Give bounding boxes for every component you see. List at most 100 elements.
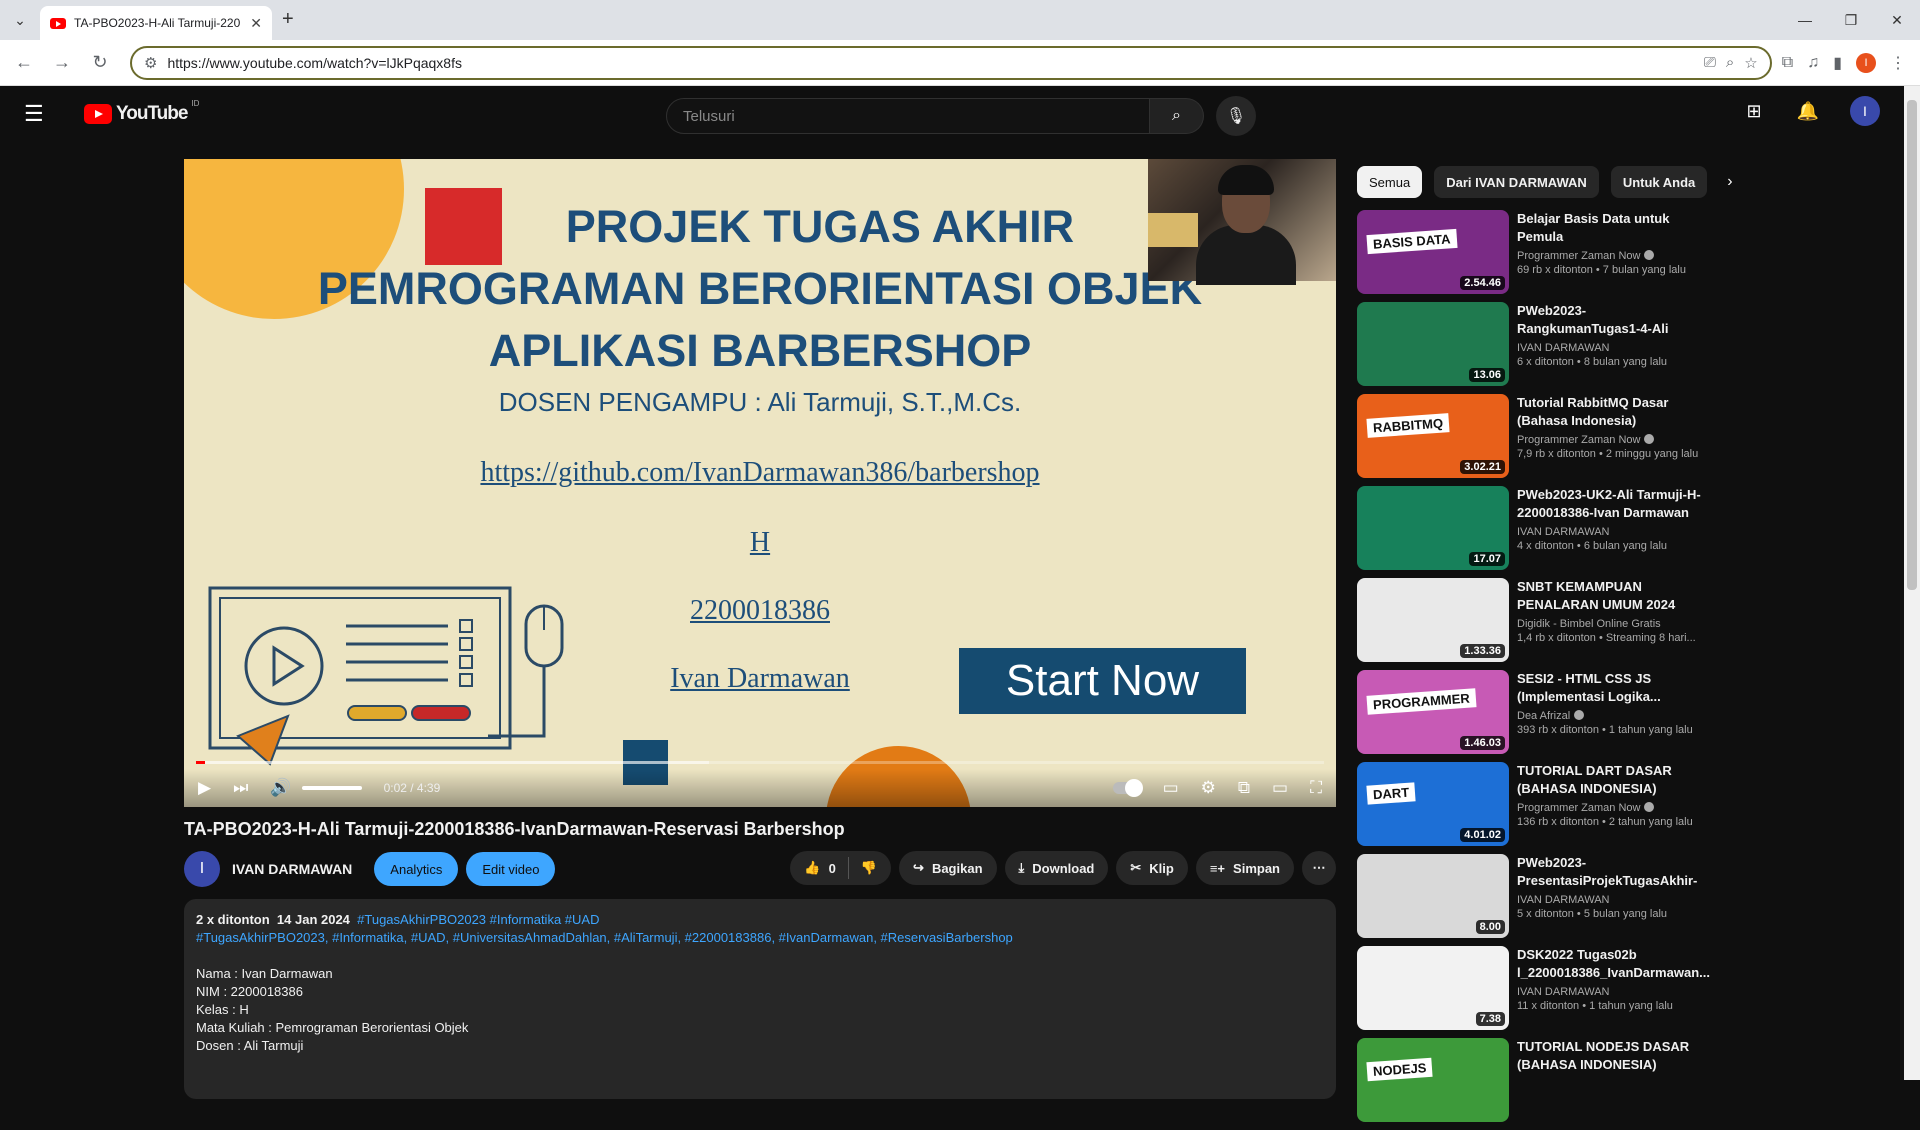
zoom-icon[interactable]: ⌕: [1726, 54, 1734, 71]
like-button[interactable]: 👍 0: [790, 857, 849, 879]
video-thumbnail[interactable]: 1.33.36: [1357, 578, 1509, 662]
related-video-channel[interactable]: Programmer Zaman Now: [1517, 802, 1640, 814]
related-video-channel[interactable]: Programmer Zaman Now: [1517, 250, 1640, 262]
related-video-title[interactable]: PWeb2023-RangkumanTugas1-4-Ali Tarmuji-H…: [1517, 302, 1707, 338]
back-icon[interactable]: ←: [8, 47, 40, 79]
media-controls-icon[interactable]: ♫: [1807, 54, 1819, 72]
related-video-title[interactable]: SESI2 - HTML CSS JS (Implementasi Logika…: [1517, 670, 1707, 706]
top-hashtags[interactable]: #TugasAkhirPBO2023 #Informatika #UAD: [357, 912, 599, 927]
create-video-icon[interactable]: ⊞: [1742, 101, 1766, 122]
chevron-right-icon[interactable]: ›: [1727, 173, 1732, 191]
autoplay-toggle[interactable]: [1112, 779, 1143, 797]
channel-name[interactable]: IVAN DARMAWAN: [232, 861, 352, 877]
progress-bar[interactable]: [196, 761, 1324, 764]
url-text[interactable]: https://www.youtube.com/watch?v=lJkPqaqx…: [167, 55, 1693, 71]
browser-profile-avatar[interactable]: I: [1856, 52, 1876, 73]
new-tab-icon[interactable]: +: [282, 8, 294, 31]
related-video-title[interactable]: Belajar Basis Data untuk Pemula: [1517, 210, 1707, 246]
related-video-item[interactable]: 17.07 PWeb2023-UK2-Ali Tarmuji-H-22000183…: [1357, 486, 1707, 570]
next-icon[interactable]: ⏭: [233, 778, 248, 798]
dislike-button[interactable]: 👎: [849, 860, 891, 876]
video-thumbnail[interactable]: PROGRAMMER 1.46.03: [1357, 670, 1509, 754]
account-avatar[interactable]: I: [1850, 96, 1880, 126]
video-thumbnail[interactable]: NODEJS: [1357, 1038, 1509, 1122]
fullscreen-icon[interactable]: ⛶: [1310, 778, 1322, 798]
related-video-title[interactable]: SNBT KEMAMPUAN PENALARAN UMUM 2024: [1517, 578, 1707, 614]
related-video-channel[interactable]: IVAN DARMAWAN: [1517, 342, 1610, 354]
side-panel-icon[interactable]: ▮: [1833, 53, 1842, 73]
search-input[interactable]: Telusuri: [666, 98, 1150, 134]
related-video-title[interactable]: DSK2022 Tugas02b l_2200018386_IvanDarmaw…: [1517, 946, 1710, 982]
voice-search-button[interactable]: 🎙: [1216, 96, 1256, 136]
bookmark-star-icon[interactable]: ☆: [1744, 54, 1757, 72]
video-thumbnail[interactable]: DART 4.01.02: [1357, 762, 1509, 846]
address-bar[interactable]: ⚙ https://www.youtube.com/watch?v=lJkPqa…: [130, 45, 1772, 80]
related-video-item[interactable]: DART 4.01.02 TUTORIAL DART DASAR (BAHASA I…: [1357, 762, 1707, 846]
related-video-item[interactable]: PROGRAMMER 1.46.03 SESI2 - HTML CSS JS (Im…: [1357, 670, 1707, 754]
close-window-icon[interactable]: ✕: [1874, 0, 1920, 40]
notifications-bell-icon[interactable]: 🔔: [1796, 101, 1820, 122]
settings-gear-icon[interactable]: ⚙: [1201, 778, 1216, 798]
subtitles-icon[interactable]: ▭: [1163, 778, 1179, 798]
tab-close-icon[interactable]: ✕: [250, 15, 262, 32]
volume-icon[interactable]: 🔊: [270, 778, 291, 798]
hashtag-line[interactable]: #TugasAkhirPBO2023, #Informatika, #UAD, …: [196, 929, 1324, 947]
related-video-item[interactable]: 1.33.36 SNBT KEMAMPUAN PENALARAN UMUM 202…: [1357, 578, 1707, 662]
reload-icon[interactable]: ↻: [84, 47, 116, 79]
video-thumbnail[interactable]: 7.38: [1357, 946, 1509, 1030]
share-button[interactable]: ↪ Bagikan: [899, 851, 997, 885]
browser-tab-active[interactable]: TA-PBO2023-H-Ali Tarmuji-220 ✕: [40, 6, 272, 40]
video-thumbnail[interactable]: BASIS DATA 2.54.46: [1357, 210, 1509, 294]
play-icon[interactable]: ▶: [198, 778, 211, 798]
browser-menu-icon[interactable]: ⋮: [1890, 53, 1906, 73]
volume-slider[interactable]: [301, 786, 362, 790]
related-video-item[interactable]: BASIS DATA 2.54.46 Belajar Basis Data untu…: [1357, 210, 1707, 294]
guide-menu-icon[interactable]: ☰: [24, 101, 64, 127]
save-button[interactable]: ≡+ Simpan: [1195, 851, 1294, 885]
site-info-icon[interactable]: ⚙: [144, 54, 157, 72]
video-player[interactable]: PROJEK TUGAS AKHIR PEMROGRAMAN BERORIENT…: [184, 159, 1336, 807]
install-app-icon[interactable]: ⎚: [1704, 54, 1716, 71]
video-thumbnail[interactable]: 8.00: [1357, 854, 1509, 938]
related-video-item[interactable]: NODEJS TUTORIAL NODEJS DASAR (BAHASA INDO…: [1357, 1038, 1707, 1122]
forward-icon[interactable]: →: [46, 47, 78, 79]
video-thumbnail[interactable]: 17.07: [1357, 486, 1509, 570]
clip-button[interactable]: ✂ Klip: [1116, 851, 1188, 885]
related-video-title[interactable]: TUTORIAL NODEJS DASAR (BAHASA INDONESIA): [1517, 1038, 1707, 1074]
related-video-item[interactable]: 7.38 DSK2022 Tugas02b l_2200018386_IvanDa…: [1357, 946, 1710, 1030]
related-video-channel[interactable]: Digidik - Bimbel Online Gratis: [1517, 618, 1661, 630]
scrollbar-thumb[interactable]: [1907, 100, 1917, 590]
related-video-channel[interactable]: IVAN DARMAWAN: [1517, 894, 1610, 906]
chip-untuk-anda[interactable]: Untuk Anda: [1610, 166, 1708, 198]
download-button[interactable]: ⤓ Download: [1004, 851, 1109, 885]
related-video-channel[interactable]: IVAN DARMAWAN: [1517, 986, 1610, 998]
more-actions-button[interactable]: ⋯: [1302, 851, 1336, 885]
description-box[interactable]: 2 x ditonton 14 Jan 2024 #TugasAkhirPBO2…: [184, 899, 1336, 1099]
related-video-item[interactable]: 13.06 PWeb2023-RangkumanTugas1-4-Ali Tarm…: [1357, 302, 1707, 386]
channel-avatar[interactable]: I: [184, 851, 220, 887]
miniplayer-icon[interactable]: ⧉: [1238, 778, 1250, 798]
related-video-item[interactable]: 8.00 PWeb2023-PresentasiProjekTugasAkhir-…: [1357, 854, 1707, 938]
related-video-channel[interactable]: IVAN DARMAWAN: [1517, 526, 1610, 538]
analytics-button[interactable]: Analytics: [374, 852, 459, 886]
chip-semua[interactable]: Semua: [1357, 166, 1423, 198]
restore-icon[interactable]: ❐: [1828, 0, 1874, 40]
theater-mode-icon[interactable]: ▭: [1272, 778, 1288, 798]
search-button[interactable]: ⌕: [1150, 98, 1204, 134]
related-video-title[interactable]: PWeb2023-UK2-Ali Tarmuji-H-2200018386-Iv…: [1517, 486, 1707, 522]
related-video-title[interactable]: TUTORIAL DART DASAR (BAHASA INDONESIA): [1517, 762, 1707, 798]
video-thumbnail[interactable]: RABBITMQ 3.02.21: [1357, 394, 1509, 478]
related-video-item[interactable]: RABBITMQ 3.02.21 Tutorial RabbitMQ Dasar (…: [1357, 394, 1707, 478]
related-video-channel[interactable]: Dea Afrizal: [1517, 710, 1570, 722]
extensions-icon[interactable]: ⧉: [1782, 54, 1793, 72]
minimize-icon[interactable]: —: [1782, 0, 1828, 40]
edit-video-button[interactable]: Edit video: [466, 852, 556, 886]
tab-search-icon[interactable]: ⌄: [8, 8, 32, 32]
page-scrollbar[interactable]: [1904, 86, 1920, 1080]
related-video-channel[interactable]: Programmer Zaman Now: [1517, 434, 1640, 446]
chip-dari-channel[interactable]: Dari IVAN DARMAWAN: [1434, 166, 1599, 198]
related-video-title[interactable]: PWeb2023-PresentasiProjekTugasAkhir-A...: [1517, 854, 1707, 890]
youtube-logo[interactable]: YouTube ID: [84, 99, 199, 125]
video-thumbnail[interactable]: 13.06: [1357, 302, 1509, 386]
related-video-title[interactable]: Tutorial RabbitMQ Dasar (Bahasa Indonesi…: [1517, 394, 1707, 430]
